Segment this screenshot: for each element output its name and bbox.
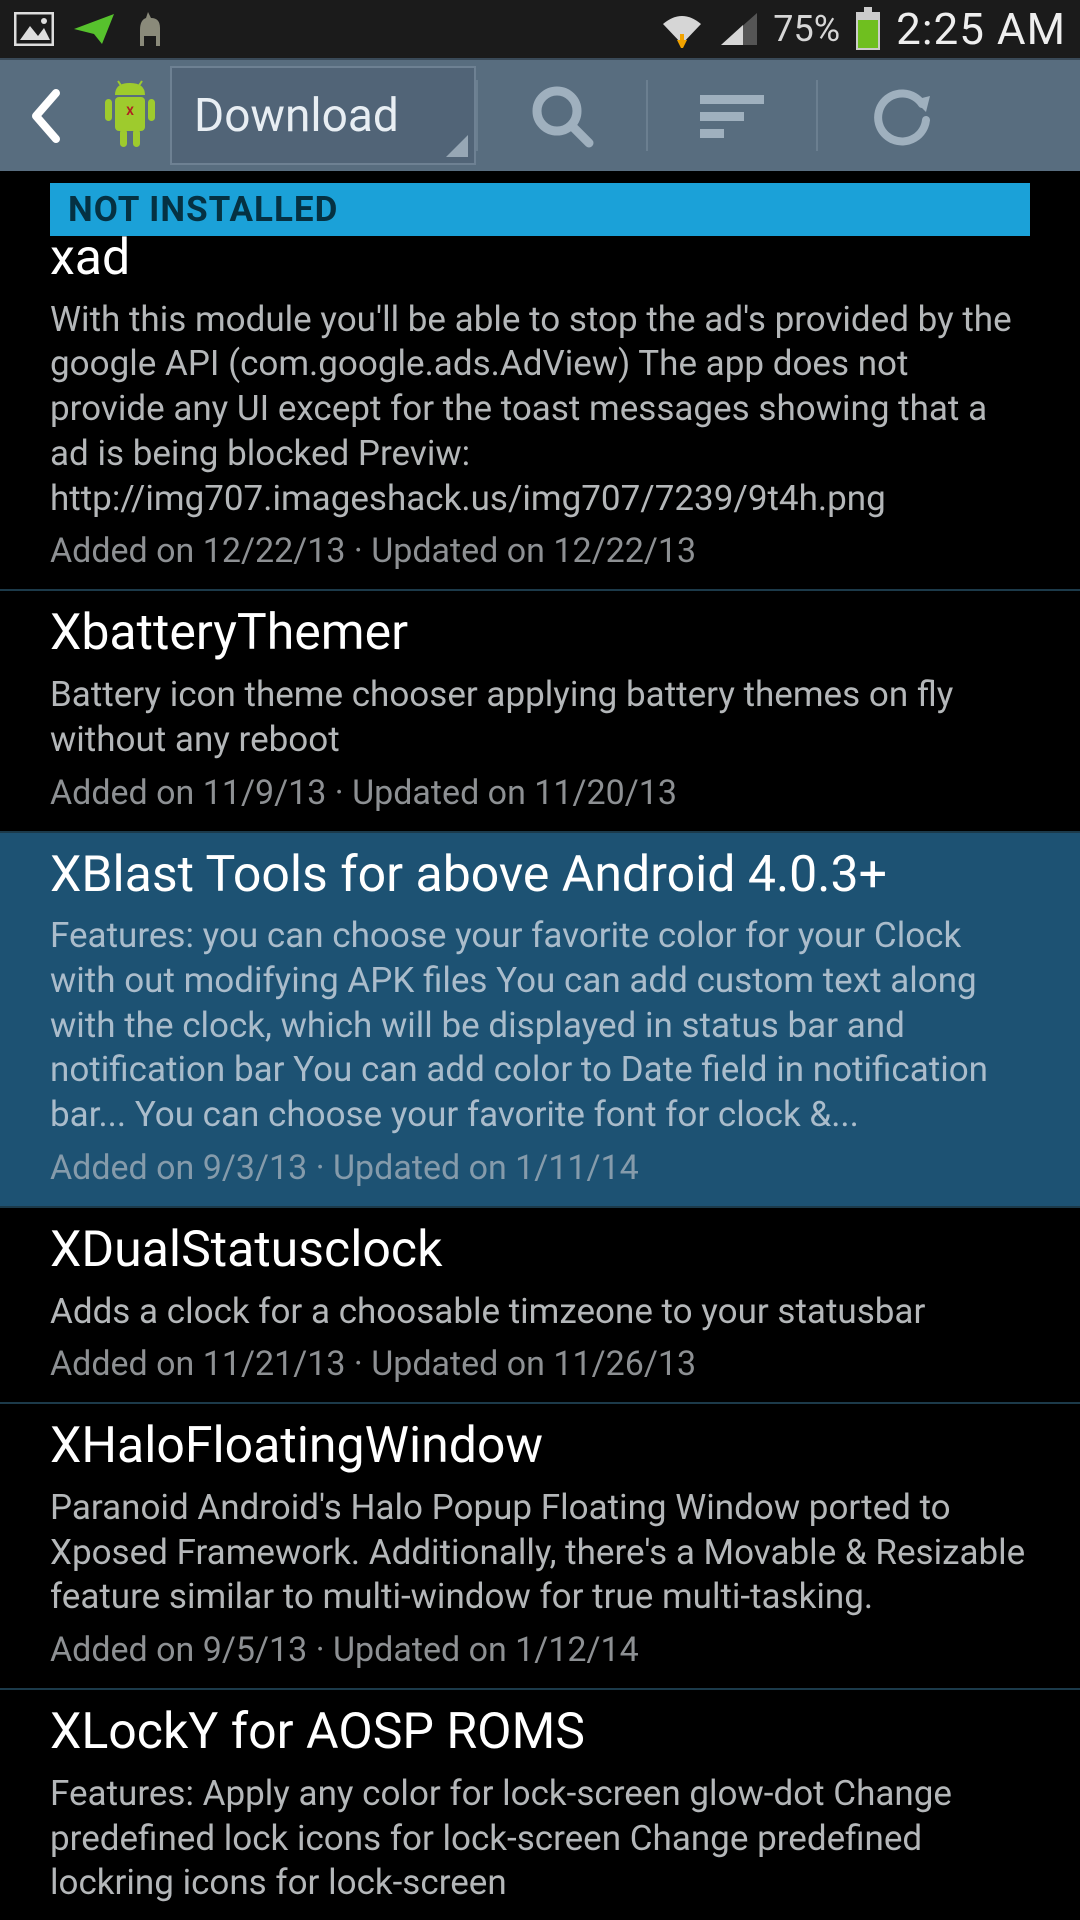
list-item[interactable]: xad With this module you'll be able to s…	[0, 236, 1080, 591]
list-item[interactable]: XDualStatusclock Adds a clock for a choo…	[0, 1208, 1080, 1404]
item-meta: Added on 11/21/13 · Updated on 11/26/13	[50, 1344, 1030, 1384]
section-header-not-installed: NOT INSTALLED	[50, 183, 1030, 236]
item-description: Features: you can choose your favorite c…	[50, 914, 1030, 1138]
list-item[interactable]: XHaloFloatingWindow Paranoid Android's H…	[0, 1404, 1080, 1690]
battery-percentage: 75%	[773, 8, 840, 50]
item-meta: Added on 9/5/13 · Updated on 1/12/14	[50, 1630, 1030, 1670]
item-description: Battery icon theme chooser applying batt…	[50, 673, 1030, 763]
item-title: XLockY for AOSP ROMS	[50, 1704, 1030, 1762]
status-right: 75% 2:25 AM	[659, 3, 1066, 55]
item-description: Features: Apply any color for lock-scree…	[50, 1772, 1030, 1906]
list-item[interactable]: XbatteryThemer Battery icon theme choose…	[0, 591, 1080, 832]
sort-button[interactable]	[648, 60, 816, 171]
item-title: XDualStatusclock	[50, 1222, 1030, 1280]
item-description: Adds a clock for a choosable timzeone to…	[50, 1290, 1030, 1335]
app-icon: X	[90, 60, 170, 171]
refresh-icon	[870, 84, 934, 148]
paper-plane-icon	[72, 12, 116, 46]
picture-icon	[14, 12, 54, 46]
battery-icon	[854, 7, 882, 51]
item-description: Paranoid Android's Halo Popup Floating W…	[50, 1486, 1030, 1620]
status-left	[14, 10, 168, 48]
item-description: With this module you'll be able to stop …	[50, 298, 1030, 522]
item-title: XbatteryThemer	[50, 605, 1030, 663]
item-meta: Added on 11/9/13 · Updated on 11/20/13	[50, 773, 1030, 813]
item-title: xad	[50, 230, 1030, 288]
item-meta: Added on 9/3/13 · Updated on 1/11/14	[50, 1148, 1030, 1188]
list-item[interactable]: XLockY for AOSP ROMS Features: Apply any…	[0, 1690, 1080, 1920]
status-bar: 75% 2:25 AM	[0, 0, 1080, 58]
sort-icon	[696, 91, 768, 141]
item-title: XHaloFloatingWindow	[50, 1418, 1030, 1476]
item-meta: Added on 12/22/13 · Updated on 12/22/13	[50, 531, 1030, 571]
search-button[interactable]	[478, 60, 646, 171]
item-title: XBlast Tools for above Android 4.0.3+	[50, 847, 1030, 905]
nav-spinner-label: Download	[194, 89, 399, 143]
back-button[interactable]	[0, 60, 90, 171]
wifi-icon	[659, 10, 705, 48]
svg-text:X: X	[126, 104, 134, 118]
refresh-button[interactable]	[818, 60, 986, 171]
action-bar: X Download	[0, 58, 1080, 171]
action-buttons	[476, 60, 1080, 171]
status-clock: 2:25 AM	[896, 3, 1066, 55]
list-item-selected[interactable]: XBlast Tools for above Android 4.0.3+ Fe…	[0, 833, 1080, 1208]
module-list[interactable]: xad With this module you'll be able to s…	[0, 236, 1080, 1920]
search-icon	[527, 81, 597, 151]
nav-spinner[interactable]: Download	[170, 66, 476, 165]
signal-icon	[719, 11, 759, 47]
llama-icon	[134, 10, 168, 48]
